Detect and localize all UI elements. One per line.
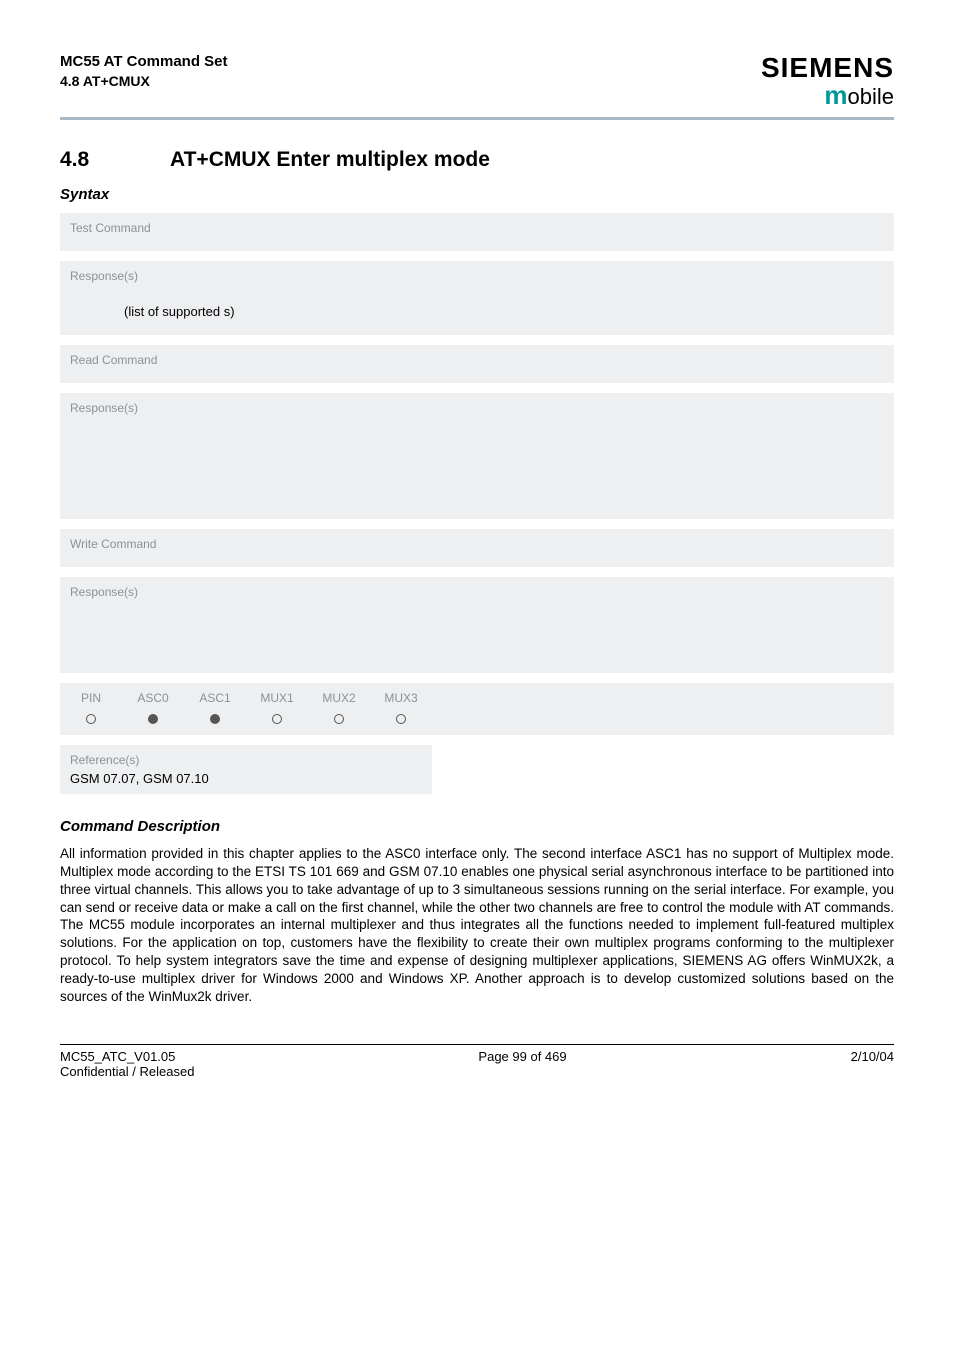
page-footer: MC55_ATC_V01.05 Confidential / Released …	[60, 1044, 894, 1079]
footer-date: 2/10/04	[851, 1049, 894, 1079]
col-mux3: MUX3	[370, 683, 432, 709]
read-command-block: Read Command	[60, 345, 894, 383]
footer-left: MC55_ATC_V01.05 Confidential / Released	[60, 1049, 194, 1079]
section-title-text: AT+CMUX Enter multiplex mode	[170, 148, 490, 171]
circle-open-icon	[272, 714, 282, 724]
applicability-table: PIN ASC0 ASC1 MUX1 MUX2 MUX3	[60, 683, 894, 735]
logo-m: m	[824, 80, 847, 110]
syntax-heading: Syntax	[60, 186, 894, 203]
write-response-label: Response(s)	[60, 577, 894, 615]
footer-page: Page 99 of 469	[478, 1049, 566, 1079]
test-command-block: Test Command	[60, 213, 894, 251]
test-response-block: Response(s) (list of supported s)	[60, 261, 894, 335]
read-response-block: Response(s)	[60, 393, 894, 519]
footer-version: MC55_ATC_V01.05	[60, 1049, 194, 1064]
val-mux3	[370, 709, 432, 735]
circle-open-icon	[86, 714, 96, 724]
col-asc0: ASC0	[122, 683, 184, 709]
val-pin	[60, 709, 122, 735]
reference-label: Reference(s)	[60, 745, 432, 769]
read-command-label: Read Command	[60, 345, 894, 383]
reference-block: Reference(s) GSM 07.07, GSM 07.10	[60, 745, 432, 794]
test-response-label: Response(s)	[60, 261, 894, 299]
val-mux2	[308, 709, 370, 735]
command-description-body: All information provided in this chapter…	[60, 845, 894, 1005]
circle-open-icon	[334, 714, 344, 724]
col-mux2: MUX2	[308, 683, 370, 709]
col-mux1: MUX1	[246, 683, 308, 709]
section-number: 4.8	[60, 148, 170, 172]
header-divider	[60, 117, 894, 120]
val-asc1	[184, 709, 246, 735]
write-response-block: Response(s)	[60, 577, 894, 673]
val-mux1	[246, 709, 308, 735]
logo-obile: obile	[848, 84, 894, 109]
val-asc0	[122, 709, 184, 735]
test-response-content: (list of supported s)	[60, 299, 894, 335]
section-heading: 4.8AT+CMUX Enter multiplex mode	[60, 148, 894, 172]
logo-mobile: mobile	[761, 80, 894, 111]
circle-open-icon	[396, 714, 406, 724]
header-left: MC55 AT Command Set 4.8 AT+CMUX	[60, 52, 228, 90]
siemens-logo: SIEMENS mobile	[761, 52, 894, 111]
doc-title: MC55 AT Command Set	[60, 52, 228, 72]
write-command-block: Write Command	[60, 529, 894, 567]
command-description-heading: Command Description	[60, 818, 894, 835]
footer-confidential: Confidential / Released	[60, 1064, 194, 1079]
col-pin: PIN	[60, 683, 122, 709]
doc-subtitle: 4.8 AT+CMUX	[60, 72, 228, 90]
col-asc1: ASC1	[184, 683, 246, 709]
reference-content: GSM 07.07, GSM 07.10	[60, 769, 432, 794]
circle-filled-icon	[210, 714, 220, 724]
page-header: MC55 AT Command Set 4.8 AT+CMUX SIEMENS …	[60, 52, 894, 111]
test-command-label: Test Command	[60, 213, 894, 251]
read-response-content	[124, 435, 884, 505]
circle-filled-icon	[148, 714, 158, 724]
write-response-content	[124, 619, 884, 659]
read-response-label: Response(s)	[60, 393, 894, 431]
write-command-label: Write Command	[60, 529, 894, 567]
